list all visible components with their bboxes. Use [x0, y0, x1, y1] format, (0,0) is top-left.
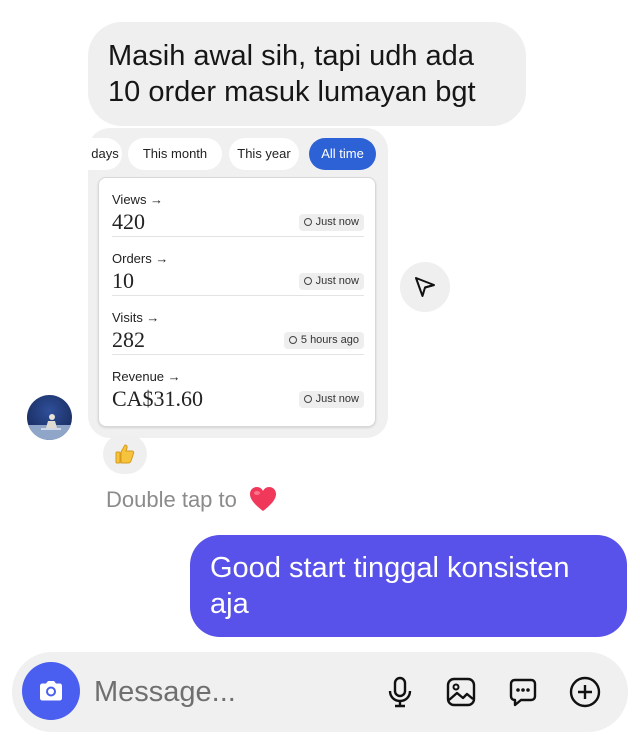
heart-emoji-icon [250, 487, 276, 511]
tab-all-time: All time [309, 138, 376, 170]
stat-time-badge: Just now [298, 214, 364, 231]
share-button[interactable] [400, 262, 450, 312]
tab-this-month: This month [128, 138, 222, 170]
stat-visits: Visits → 282 5 hours ago [112, 296, 364, 355]
stat-revenue: Revenue → CA$31.60 Just now [112, 355, 364, 414]
stat-time-badge: 5 hours ago [283, 332, 364, 349]
thumbs-up-emoji-icon [115, 444, 135, 464]
microphone-button[interactable] [382, 674, 418, 710]
stat-time-badge: Just now [298, 273, 364, 290]
camera-button[interactable] [22, 662, 80, 720]
plus-icon [569, 676, 601, 708]
incoming-message-line-2: 10 order masuk lumayan bgt [108, 76, 476, 108]
gallery-icon [446, 677, 476, 707]
tab-days: days [88, 138, 122, 170]
add-button[interactable] [567, 674, 603, 710]
stat-orders: Orders → 10 Just now [112, 237, 364, 296]
shared-screenshot[interactable]: days This month This year All time Views… [88, 128, 388, 438]
sticker-button[interactable] [505, 674, 541, 710]
hint-text: Double tap to [106, 487, 237, 512]
outgoing-message-line-2: aja [210, 588, 249, 620]
reaction-badge[interactable] [103, 434, 147, 474]
clock-icon [303, 218, 312, 226]
stat-label: Revenue → [112, 369, 181, 384]
incoming-message-bubble[interactable]: Masih awal sih, tapi udh ada 10 order ma… [88, 22, 526, 126]
avatar-image [27, 414, 72, 440]
stats-panel: Views → 420 Just now Orders → 10 Just no… [98, 177, 376, 427]
stat-value: CA$31.60 [112, 386, 204, 411]
camera-icon [40, 681, 62, 701]
double-tap-hint: Double tap to [106, 486, 277, 513]
gallery-button[interactable] [443, 674, 479, 710]
stat-label: Views → [112, 192, 164, 207]
clock-icon [288, 336, 297, 344]
sticker-icon [509, 678, 537, 707]
stat-views: Views → 420 Just now [112, 178, 364, 237]
avatar[interactable] [27, 395, 72, 440]
outgoing-message-line-1: Good start tinggal konsisten [210, 552, 570, 584]
message-composer [12, 652, 628, 732]
period-tabs: days This month This year All time [88, 138, 388, 170]
stat-label: Visits → [112, 310, 160, 325]
send-icon [415, 277, 435, 297]
stat-time-badge: Just now [298, 391, 364, 408]
tab-this-year: This year [229, 138, 299, 170]
outgoing-message-bubble[interactable]: Good start tinggal konsisten aja [190, 535, 627, 637]
stat-value: 420 [112, 209, 145, 234]
clock-icon [303, 277, 312, 285]
stat-value: 282 [112, 327, 145, 352]
incoming-message-line-1: Masih awal sih, tapi udh ada [108, 40, 474, 72]
microphone-icon [388, 676, 412, 708]
clock-icon [303, 395, 312, 403]
stat-label: Orders → [112, 251, 169, 266]
message-input[interactable] [94, 670, 364, 714]
stat-value: 10 [112, 268, 134, 293]
